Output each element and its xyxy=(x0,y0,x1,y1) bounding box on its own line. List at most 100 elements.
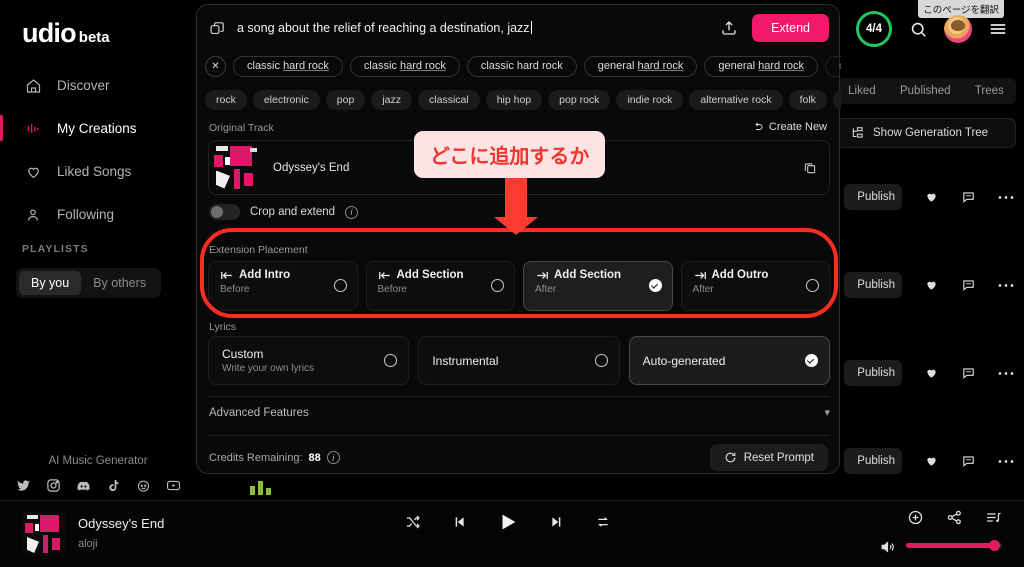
comment-icon[interactable] xyxy=(961,454,976,468)
tiktok-icon[interactable] xyxy=(106,478,121,493)
style-tag[interactable]: classic hard rock xyxy=(466,55,577,77)
home-icon xyxy=(22,76,44,96)
filter-by-others[interactable]: By others xyxy=(81,271,158,295)
track-artwork xyxy=(210,142,260,193)
placement-option-add-section-after[interactable]: Add Section After xyxy=(523,261,673,311)
extend-button[interactable]: Extend xyxy=(752,14,829,42)
more-options-icon[interactable] xyxy=(998,371,1014,376)
tab-liked[interactable]: Liked xyxy=(848,85,876,97)
reddit-icon[interactable] xyxy=(136,478,151,493)
heart-icon[interactable] xyxy=(924,366,939,380)
repeat-icon[interactable] xyxy=(595,514,611,530)
publish-button[interactable]: Publish xyxy=(844,272,902,298)
advanced-features-row[interactable]: Advanced Features ▾ xyxy=(209,406,830,420)
dice-icon[interactable] xyxy=(209,20,227,37)
heart-icon[interactable] xyxy=(924,278,939,292)
search-icon[interactable] xyxy=(908,19,928,39)
twitter-icon[interactable] xyxy=(16,478,31,493)
right-tabs: Liked Published Trees xyxy=(836,78,1016,104)
discord-icon[interactable] xyxy=(76,478,91,493)
copy-icon[interactable] xyxy=(803,161,817,175)
shuffle-icon[interactable] xyxy=(405,514,421,530)
reset-prompt-button[interactable]: Reset Prompt xyxy=(709,444,828,471)
genre-pill[interactable]: alternative rock xyxy=(689,90,783,110)
style-tag[interactable]: classic hard rock xyxy=(349,55,460,77)
genre-pill[interactable]: rock xyxy=(205,90,247,110)
publish-button[interactable]: Publish xyxy=(844,448,902,474)
queue-icon[interactable] xyxy=(985,509,1002,526)
volume-knob[interactable] xyxy=(989,540,1001,551)
placement-option-add-section-before[interactable]: Add Section Before xyxy=(365,261,515,311)
heart-icon[interactable] xyxy=(924,190,939,204)
placement-title: Add Outro xyxy=(711,269,769,281)
genre-pill[interactable]: electronic xyxy=(252,90,320,110)
genre-pill[interactable]: punk xyxy=(832,90,841,110)
placement-radio-selected[interactable] xyxy=(648,279,662,292)
placement-radio[interactable] xyxy=(333,279,347,292)
tab-published[interactable]: Published xyxy=(900,85,951,97)
lyrics-option-instrumental[interactable]: Instrumental xyxy=(418,336,620,385)
next-icon[interactable] xyxy=(549,514,565,530)
volume-slider[interactable] xyxy=(906,540,1002,551)
heart-icon[interactable] xyxy=(924,454,939,468)
placement-sub: After xyxy=(692,284,714,295)
youtube-icon[interactable] xyxy=(166,478,181,493)
style-tag[interactable]: general hard rock xyxy=(583,55,698,77)
comment-icon[interactable] xyxy=(961,366,976,380)
lyrics-option-custom[interactable]: Custom Write your own lyrics xyxy=(208,336,410,385)
clear-tags-button[interactable]: ✕ xyxy=(205,55,226,77)
sidebar-item-my-creations[interactable]: My Creations xyxy=(0,107,196,150)
style-tag[interactable]: classic hard xyxy=(825,55,841,77)
publish-button[interactable]: Publish xyxy=(844,184,902,210)
lyrics-option-auto-generated[interactable]: Auto-generated xyxy=(628,336,830,385)
refresh-icon xyxy=(724,451,737,464)
lyrics-radio[interactable] xyxy=(594,354,608,367)
publish-button[interactable]: Publish xyxy=(844,360,902,386)
placement-radio[interactable] xyxy=(806,279,819,292)
genre-pill[interactable]: pop xyxy=(325,90,366,110)
genre-pill[interactable]: pop rock xyxy=(548,90,611,110)
tab-trees[interactable]: Trees xyxy=(975,85,1004,97)
hamburger-menu-icon[interactable] xyxy=(988,19,1008,39)
genre-pill[interactable]: jazz xyxy=(371,90,413,110)
style-tag[interactable]: general hard rock xyxy=(704,55,819,77)
genre-pill[interactable]: folk xyxy=(788,90,827,110)
genre-pill[interactable]: hip hop xyxy=(485,90,543,110)
placement-option-add-intro-before[interactable]: Add Intro Before xyxy=(208,261,358,311)
play-icon[interactable] xyxy=(497,511,519,533)
previous-icon[interactable] xyxy=(451,514,467,530)
placement-radio[interactable] xyxy=(491,279,504,292)
create-new-button[interactable]: Create New xyxy=(752,121,827,133)
sidebar-item-following[interactable]: Following xyxy=(0,193,196,236)
chevron-down-icon[interactable]: ▾ xyxy=(824,406,830,419)
udio-app: udio beta Discover My Creations Liked So… xyxy=(0,0,1024,567)
share-icon[interactable] xyxy=(946,509,963,526)
style-tag[interactable]: classic hard rock xyxy=(233,55,343,77)
crop-and-extend-toggle[interactable] xyxy=(209,204,240,220)
info-icon[interactable]: i xyxy=(326,451,340,464)
filter-by-you[interactable]: By you xyxy=(19,271,82,295)
add-circle-icon[interactable] xyxy=(907,509,924,526)
comment-icon[interactable] xyxy=(961,278,976,292)
genre-pill[interactable]: classical xyxy=(418,90,480,110)
more-options-icon[interactable] xyxy=(998,195,1014,200)
more-options-icon[interactable] xyxy=(998,283,1014,288)
instagram-icon[interactable] xyxy=(46,478,61,493)
genre-pill[interactable]: indie rock xyxy=(616,90,684,110)
placement-option-add-outro-after[interactable]: Add Outro After xyxy=(680,261,830,311)
sidebar-item-discover[interactable]: Discover xyxy=(0,64,196,107)
sidebar-item-liked-songs[interactable]: Liked Songs xyxy=(0,150,196,193)
volume-icon[interactable] xyxy=(879,539,896,555)
avatar[interactable] xyxy=(944,15,972,43)
info-icon[interactable]: i xyxy=(345,205,359,219)
credits-ring[interactable]: 4/4 xyxy=(856,11,892,47)
show-generation-tree-button[interactable]: Show Generation Tree xyxy=(836,118,1016,148)
upload-icon[interactable] xyxy=(720,19,740,37)
lyrics-radio-selected[interactable] xyxy=(804,354,818,367)
comment-icon[interactable] xyxy=(961,190,976,204)
crop-and-extend-row: Crop and extend i xyxy=(209,204,359,220)
lyrics-radio[interactable] xyxy=(384,354,398,367)
more-options-icon[interactable] xyxy=(998,459,1014,464)
prompt-input[interactable]: a song about the relief of reaching a de… xyxy=(237,21,720,35)
app-logo[interactable]: udio beta xyxy=(22,18,110,49)
